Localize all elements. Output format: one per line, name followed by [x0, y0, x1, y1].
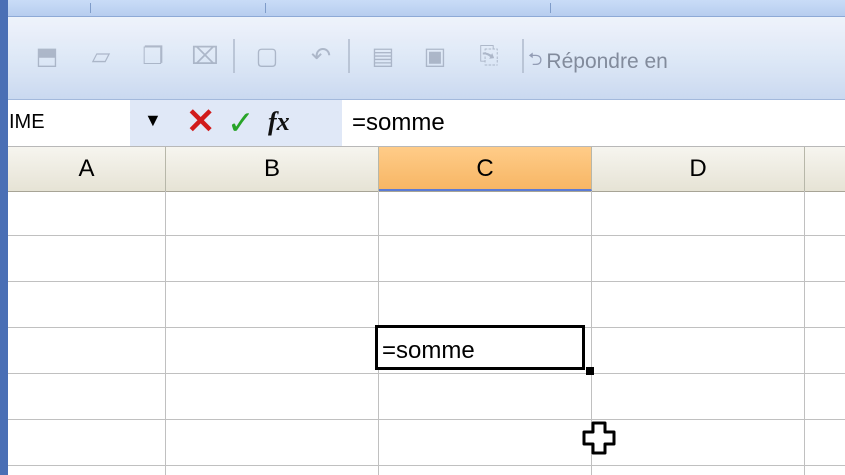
active-cell[interactable]: =somme — [375, 325, 585, 370]
column-header-a[interactable]: A — [8, 147, 166, 191]
open-icon[interactable]: ⬒ — [32, 41, 62, 71]
column-header-d[interactable]: D — [592, 147, 805, 191]
edit-icon[interactable]: ▱ — [86, 41, 116, 71]
cell-cursor-icon — [582, 421, 616, 455]
undo-icon[interactable]: ↶ — [306, 41, 336, 71]
enter-icon[interactable]: ✓ — [227, 101, 255, 145]
toolbar-separator — [233, 39, 235, 73]
chevron-down-icon[interactable]: ▼ — [144, 110, 162, 131]
copy-icon[interactable]: ❐ — [138, 41, 168, 71]
fill-handle[interactable] — [586, 367, 594, 375]
cancel-icon[interactable]: ✕ — [186, 100, 215, 144]
column-header-b[interactable]: B — [166, 147, 379, 191]
insert-function-icon[interactable]: fx — [268, 100, 290, 144]
formula-buttons: ▼ ✕ ✓ fx — [130, 100, 342, 146]
reply-button[interactable]: ⮌ Répondre en — [528, 47, 668, 77]
reply-label: Répondre en — [546, 50, 668, 73]
toolbar: ⬒ ▱ ❐ ⌧ ▢ ↶ ▤ ▣ ⎘ ⮌ Répondre en — [8, 17, 845, 100]
toolbar-separator — [348, 39, 350, 73]
save-icon[interactable]: ▣ — [420, 41, 450, 71]
paste-icon[interactable]: ▢ — [252, 41, 282, 71]
reply-icon: ⮌ — [528, 49, 543, 69]
column-header-e[interactable] — [805, 147, 845, 191]
attach-icon[interactable]: ⎘ — [474, 41, 504, 71]
clipboard-icon[interactable]: ▤ — [368, 41, 398, 71]
formula-bar: IME ▼ ✕ ✓ fx =somme — [8, 100, 845, 147]
toolbar-separator — [522, 39, 524, 73]
window-left-edge — [0, 0, 8, 475]
delete-icon[interactable]: ⌧ — [190, 41, 220, 71]
name-box[interactable]: IME — [8, 100, 132, 144]
column-header-row: A B C D — [8, 147, 845, 192]
worksheet-grid[interactable]: A B C D =somme — [8, 147, 845, 475]
formula-input[interactable]: =somme — [342, 100, 845, 144]
window-title-strip — [0, 0, 845, 17]
column-header-c[interactable]: C — [379, 147, 592, 191]
